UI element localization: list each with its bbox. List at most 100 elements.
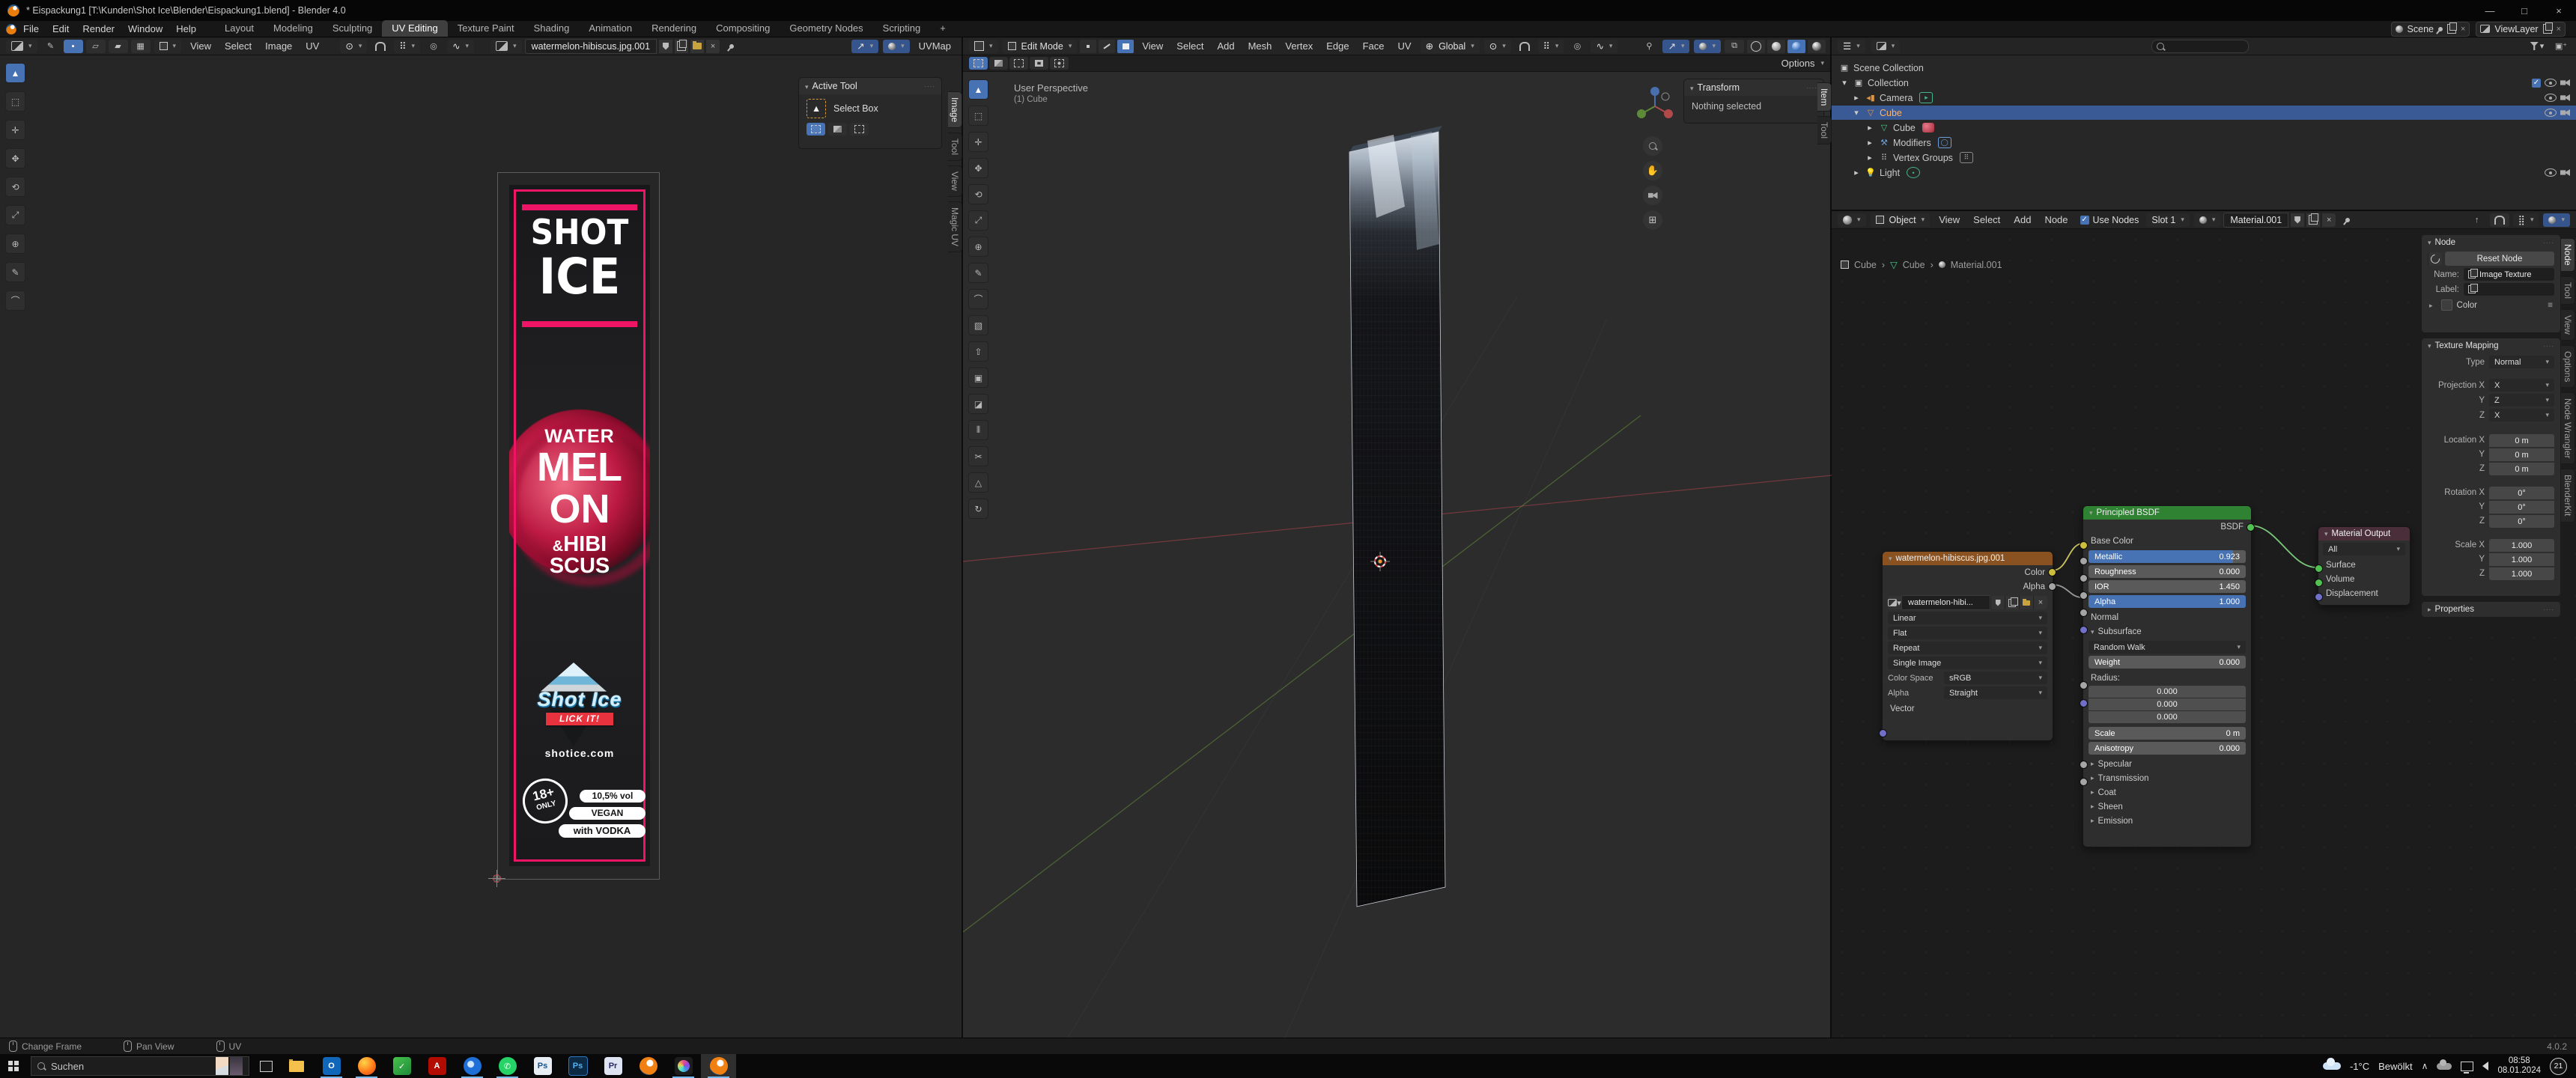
outliner-row-scene-collection[interactable]: ▣ Scene Collection (1832, 61, 2576, 75)
outliner-row-camera[interactable]: ▸ ◂▮ Camera ▸ (1832, 91, 2576, 105)
radius-y-field[interactable]: 0.000 (2089, 698, 2246, 710)
tab-sculpting[interactable]: Sculpting (323, 20, 382, 37)
material-name-field[interactable]: Material.001 (2223, 213, 2288, 228)
uv-tool-tweak[interactable]: ▲ (5, 63, 25, 83)
image-unlink-icon[interactable]: × (2033, 596, 2047, 609)
projection-z-dropdown[interactable]: X (2489, 409, 2554, 421)
uv-proportional-icon[interactable]: ◎ (424, 40, 443, 53)
hide-viewport-icon[interactable] (2545, 168, 2557, 177)
uv-snap-dropdown[interactable]: ⠿ (394, 40, 420, 53)
pin-icon[interactable] (2437, 25, 2443, 31)
uv-tool-move[interactable]: ✥ (5, 148, 25, 168)
vp-tool-loop-cut[interactable]: ⫴ (968, 420, 988, 440)
vp-tab-tool[interactable]: Tool (1817, 116, 1832, 144)
vp-menu-face[interactable]: Face (1357, 40, 1391, 52)
new-viewlayer-icon[interactable] (2543, 24, 2552, 34)
taskbar-search-input[interactable]: Suchen (31, 1056, 249, 1076)
vp-tool-tweak[interactable]: ▲ (968, 79, 988, 100)
use-nodes-checkbox[interactable]: ✓ (2080, 216, 2089, 225)
emission-section[interactable]: Emission (2083, 814, 2251, 828)
falloff-dropdown[interactable]: ∿ (1591, 40, 1617, 53)
projection-dropdown[interactable]: Flat (1888, 627, 2047, 639)
vp-select-invert[interactable] (1030, 57, 1048, 70)
uv-tab-image[interactable]: Image (948, 91, 962, 128)
uv-tab-magic-uv[interactable]: Magic UV (948, 201, 962, 252)
tab-uv-editing[interactable]: UV Editing (382, 20, 447, 37)
edge-select-icon[interactable] (1099, 40, 1115, 53)
output-target-dropdown[interactable]: All (2323, 543, 2405, 555)
uv-tab-view[interactable]: View (948, 165, 962, 197)
sh-tab-node-wrangler[interactable]: Node Wrangler (2561, 392, 2575, 464)
taskbar-app-blender-active[interactable] (701, 1054, 736, 1078)
vp-tool-move[interactable]: ✥ (968, 158, 988, 178)
node-label-field[interactable] (2464, 283, 2554, 296)
image-value-field[interactable]: watermelon-hibi... (1901, 595, 1990, 610)
fake-user-shield-icon[interactable] (658, 40, 672, 53)
open-image-folder-icon[interactable] (690, 40, 704, 53)
vp-tool-add-cube[interactable]: ▧ (968, 315, 988, 335)
uv-gizmo-dropdown[interactable]: ↗ (851, 40, 878, 53)
color-expand-icon[interactable] (2429, 301, 2437, 310)
shader-editor-type-dropdown[interactable] (1838, 213, 1866, 227)
add-workspace-button[interactable]: + (930, 20, 956, 37)
location-x-field[interactable]: 0 m (2489, 434, 2554, 447)
collection-checkbox[interactable]: ✓ (2532, 79, 2541, 88)
slot-dropdown[interactable]: Slot 1 (2146, 213, 2190, 227)
material-unlink-icon[interactable]: × (2321, 213, 2336, 227)
projection-x-dropdown[interactable]: X (2489, 379, 2554, 392)
tab-geometry-nodes[interactable]: Geometry Nodes (780, 20, 872, 37)
vp-tool-poly-build[interactable]: △ (968, 472, 988, 493)
scale-x-field[interactable]: 1.000 (2489, 539, 2554, 552)
tab-shading[interactable]: Shading (524, 20, 580, 37)
start-button[interactable] (0, 1054, 27, 1078)
uv-sync-select-icon[interactable]: ✎ (41, 40, 61, 53)
image-copy-icon[interactable] (2005, 596, 2019, 609)
parent-node-tree-icon[interactable]: ↑ (2467, 213, 2487, 227)
vp-tool-rotate[interactable]: ⟲ (968, 184, 988, 204)
unlink-image-icon[interactable]: × (705, 40, 720, 53)
uv-select-edge-icon[interactable]: ▱ (86, 40, 106, 53)
taskbar-app-premiere[interactable]: Pr (595, 1054, 631, 1078)
maximize-button[interactable]: □ (2507, 0, 2542, 21)
hide-viewport-icon[interactable] (2545, 109, 2557, 117)
sh-tab-view[interactable]: View (2561, 309, 2575, 341)
uv-menu-view[interactable]: View (184, 40, 217, 52)
outliner-search-input[interactable] (2151, 40, 2249, 53)
expand-icon[interactable]: ▾ (1839, 78, 1850, 88)
uv-tool-rotate[interactable]: ⟲ (5, 177, 25, 197)
scale-z-field[interactable]: 1.000 (2489, 567, 2554, 580)
uv-tab-tool[interactable]: Tool (948, 133, 962, 161)
xray-toggle-icon[interactable]: ⧉ (1725, 40, 1744, 53)
disable-render-icon[interactable] (2560, 94, 2570, 101)
sheen-section[interactable]: Sheen (2083, 800, 2251, 814)
weather-condition[interactable]: Bewölkt (2378, 1061, 2413, 1072)
sh-tab-tool[interactable]: Tool (2561, 276, 2575, 305)
alpha-mode-dropdown[interactable]: Straight (1944, 686, 2047, 699)
uv-snap-magnet-icon[interactable] (371, 40, 390, 53)
outliner-type-dropdown[interactable]: ☰ (1838, 40, 1865, 53)
face-select-icon[interactable] (1117, 40, 1134, 53)
rotation-z-field[interactable]: 0° (2489, 515, 2554, 528)
anisotropy-slider[interactable]: Anisotropy0.000 (2089, 742, 2246, 755)
vp-tab-item[interactable]: Item (1817, 82, 1832, 112)
sh-menu-add[interactable]: Add (2008, 214, 2037, 225)
uv-menu-select[interactable]: Select (219, 40, 258, 52)
snap-dropdown[interactable]: ⠿ (1538, 40, 1564, 53)
taskbar-app-firefox[interactable] (349, 1054, 384, 1078)
tab-layout[interactable]: Layout (215, 20, 264, 37)
sh-menu-node[interactable]: Node (2038, 214, 2074, 225)
rotation-x-field[interactable]: 0° (2489, 487, 2554, 499)
visibility-icon[interactable]: ⚲ (1639, 40, 1659, 53)
tab-scripting[interactable]: Scripting (873, 20, 931, 37)
select-mode-new[interactable] (806, 123, 825, 135)
sh-tab-options[interactable]: Options (2561, 345, 2575, 388)
tab-modeling[interactable]: Modeling (264, 20, 323, 37)
sh-menu-view[interactable]: View (1933, 214, 1966, 225)
sh-tab-blenderkit[interactable]: BlenderKit (2561, 469, 2575, 522)
tab-texture-paint[interactable]: Texture Paint (448, 20, 524, 37)
tab-compositing[interactable]: Compositing (706, 20, 780, 37)
material-browse-dropdown[interactable] (2194, 213, 2221, 227)
camera-view-icon[interactable] (1643, 186, 1662, 205)
vp-menu-add[interactable]: Add (1211, 40, 1240, 52)
viewport-scene[interactable] (963, 72, 1832, 1038)
